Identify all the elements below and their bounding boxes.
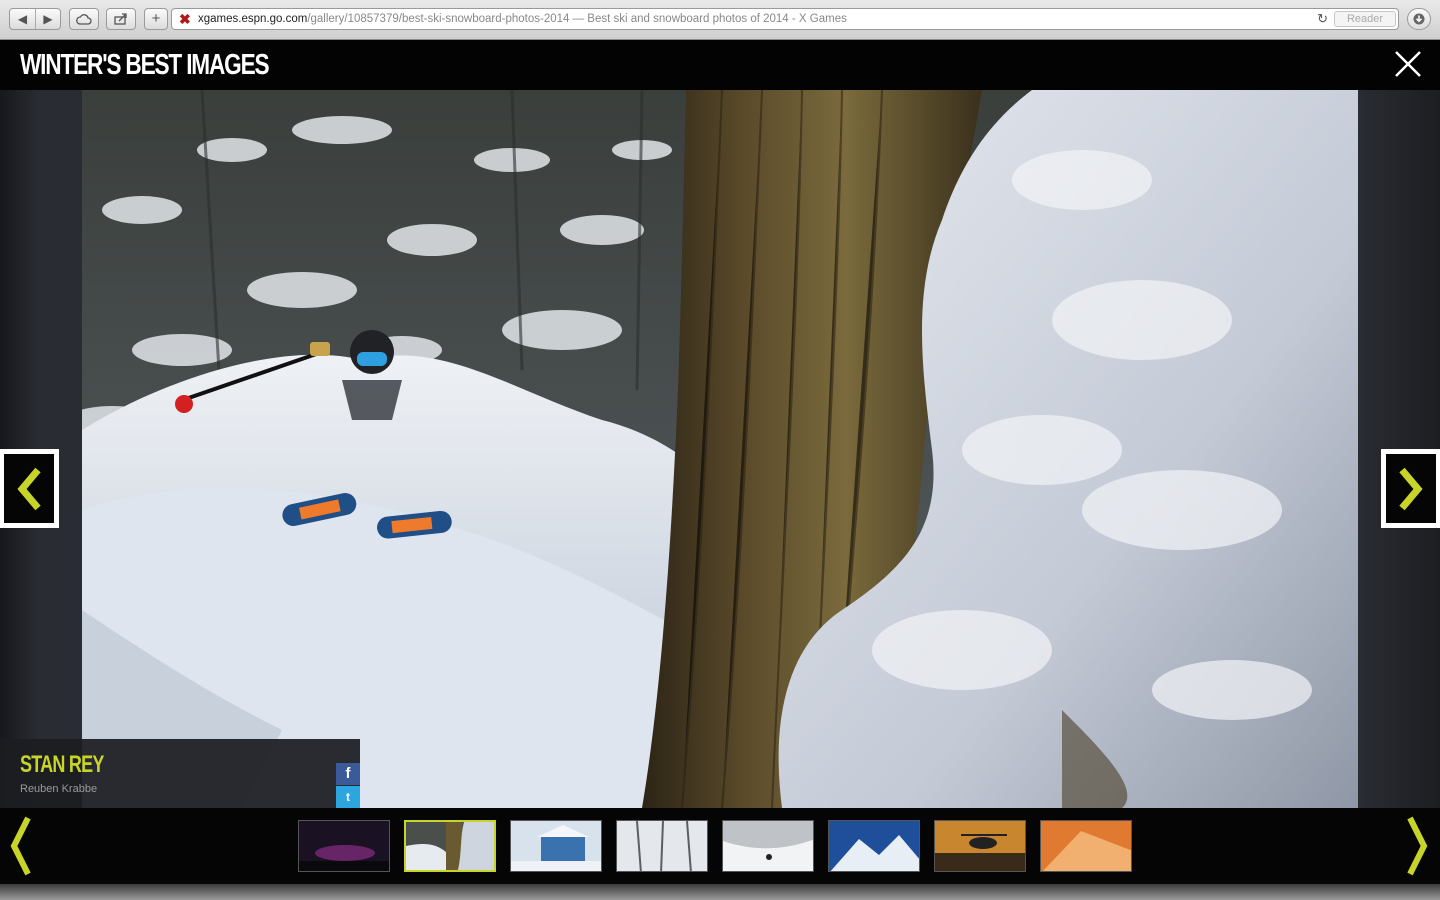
forward-button[interactable]: ▶	[35, 9, 60, 29]
address-bar[interactable]: ✖ xgames.espn.go.com/gallery/10857379/be…	[171, 8, 1399, 30]
thumb-snow-trees[interactable]	[616, 820, 708, 872]
filmstrip-next-icon[interactable]	[1406, 814, 1430, 878]
new-tab-button[interactable]: +	[144, 8, 168, 30]
thumbnail-filmstrip	[0, 808, 1440, 884]
thumb-mountains[interactable]	[828, 820, 920, 872]
url-host: xgames.espn.go.com	[198, 13, 308, 25]
facebook-share-button[interactable]: f	[336, 763, 360, 785]
close-icon[interactable]	[1393, 49, 1423, 79]
athlete-name: STAN REY	[20, 751, 104, 778]
browser-toolbar: ◀ ▶ + ✖ xgames.espn.go.com/gallery/108573…	[0, 0, 1440, 40]
chevron-left-icon	[17, 467, 41, 511]
thumb-aurora[interactable]	[298, 820, 390, 872]
cloud-icon	[76, 14, 92, 25]
photo-skier-powder-tree	[82, 90, 1358, 808]
reader-button[interactable]: Reader	[1334, 11, 1396, 27]
filmstrip-prev-icon[interactable]	[8, 814, 32, 878]
gallery-header: WINTER'S BEST IMAGES	[0, 40, 1440, 90]
gallery-title: WINTER'S BEST IMAGES	[20, 49, 270, 81]
reload-icon[interactable]: ↻	[1317, 9, 1328, 29]
twitter-share-button[interactable]: t	[336, 786, 360, 808]
share-button[interactable]	[106, 8, 136, 30]
chevron-right-icon	[1399, 467, 1423, 511]
back-forward-buttons: ◀ ▶	[9, 8, 61, 30]
thumb-helicopter[interactable]	[934, 820, 1026, 872]
thumb-sunset-slope[interactable]	[1040, 820, 1132, 872]
previous-image-button[interactable]	[0, 449, 59, 528]
thumb-snow-building[interactable]	[510, 820, 602, 872]
back-button[interactable]: ◀	[10, 9, 35, 29]
share-icon	[114, 13, 127, 25]
gallery-photo	[82, 90, 1358, 808]
thumb-halfpipe[interactable]	[722, 820, 814, 872]
thumb-skier-tree[interactable]	[404, 820, 496, 872]
xgames-favicon-icon: ✖	[179, 11, 191, 27]
download-icon	[1413, 13, 1425, 25]
photo-caption: STAN REY Reuben Krabbe	[0, 739, 360, 808]
browser-bottom-edge	[0, 884, 1440, 900]
url-path: /gallery/10857379/best-ski-snowboard-pho…	[307, 13, 570, 25]
page-title-text: — Best ski and snowboard photos of 2014 …	[569, 13, 847, 25]
next-image-button[interactable]	[1381, 449, 1440, 528]
photo-credit: Reuben Krabbe	[20, 783, 98, 795]
downloads-button[interactable]	[1407, 8, 1431, 30]
icloud-tabs-button[interactable]	[69, 8, 99, 30]
